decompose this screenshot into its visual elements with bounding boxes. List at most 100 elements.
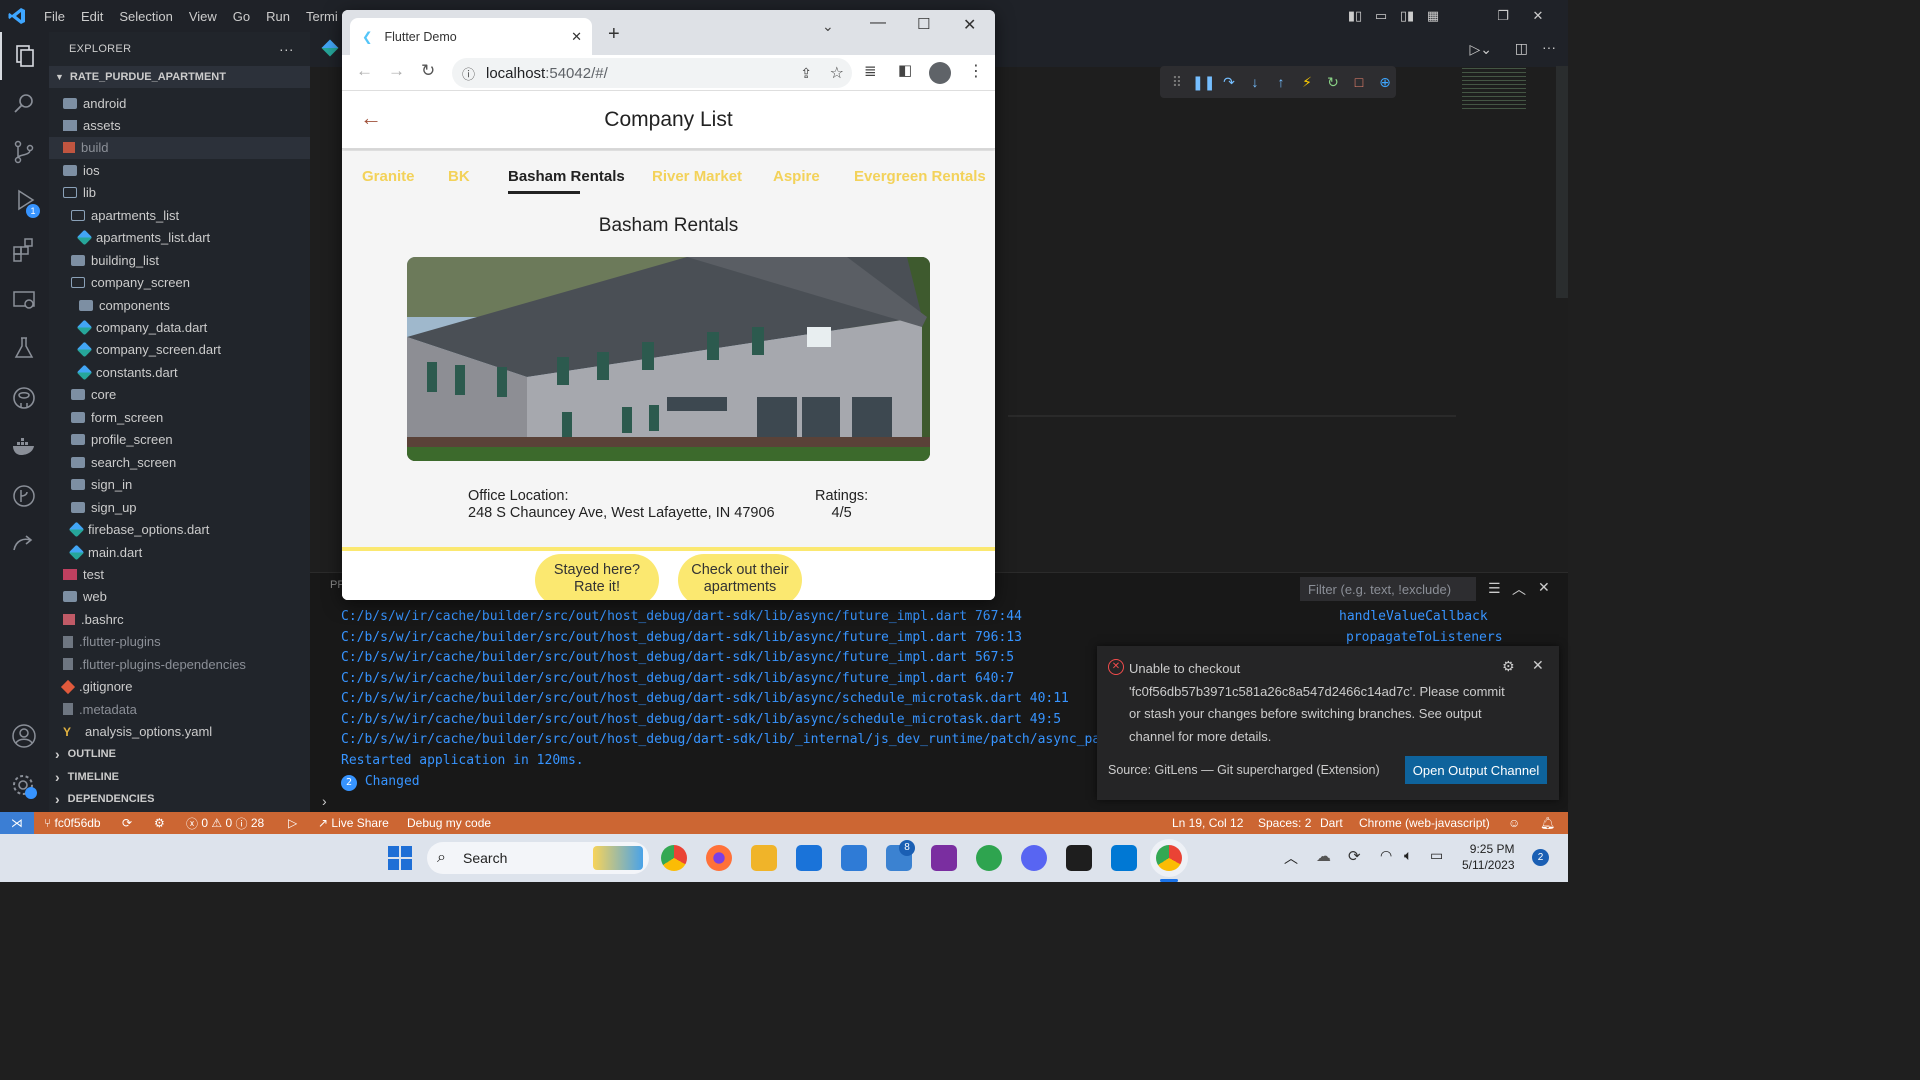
site-info-icon[interactable]: ⓘ — [462, 64, 475, 83]
tree-item[interactable]: apartments_list.dart — [76, 227, 210, 249]
console-line[interactable]: C:/b/s/w/ir/cache/builder/src/out/host_d… — [341, 650, 1014, 665]
address-bar[interactable]: ⓘ localhost:54042/#/ ⇪ ☆ — [452, 58, 852, 88]
stack-frame-link[interactable]: handleValueCallback — [1339, 609, 1488, 624]
tree-item[interactable]: company_data.dart — [76, 317, 207, 339]
tree-item[interactable]: sign_in — [71, 474, 132, 496]
tree-item[interactable]: .flutter-plugins — [63, 631, 161, 653]
layout-icon[interactable]: ▦ — [1422, 5, 1444, 27]
tree-item[interactable]: assets — [63, 114, 121, 136]
evernote-icon[interactable] — [976, 845, 1002, 871]
close-panel-icon[interactable]: ✕ — [1538, 579, 1550, 596]
clear-console-icon[interactable]: ☰ — [1488, 580, 1501, 597]
tree-item[interactable]: web — [63, 586, 107, 608]
forward-icon[interactable]: → — [388, 61, 405, 81]
tree-item[interactable]: main.dart — [68, 541, 142, 563]
tree-item[interactable]: search_screen — [71, 451, 176, 473]
console-line[interactable]: C:/b/s/w/ir/cache/builder/src/out/host_d… — [341, 671, 1014, 686]
tree-item[interactable]: build — [49, 136, 310, 159]
console-line[interactable]: C:/b/s/w/ir/cache/builder/src/out/host_d… — [341, 732, 1100, 747]
stop-icon[interactable]: □ — [1348, 74, 1370, 90]
step-over-icon[interactable]: ↷ — [1218, 74, 1240, 91]
cloud-icon[interactable]: ☁ — [1316, 847, 1331, 865]
company-tab[interactable]: BK — [448, 168, 470, 185]
company-tab[interactable]: Basham Rentals — [508, 168, 625, 185]
close-window-icon[interactable]: ✕ — [1518, 5, 1558, 27]
menu-item[interactable]: Selection — [111, 9, 180, 24]
debug-status-icon[interactable]: ▷ — [288, 812, 297, 834]
step-out-icon[interactable]: ↑ — [1270, 74, 1292, 90]
mail-icon[interactable] — [796, 845, 822, 871]
toggle-sidebar-icon[interactable]: ▮▯ — [1344, 5, 1366, 27]
notifications-bell-icon[interactable]: 🔔︎ — [1540, 812, 1555, 834]
manage-gear-icon[interactable] — [10, 772, 38, 800]
vscode-app-icon[interactable] — [1111, 845, 1137, 871]
remote-icon[interactable]: ⋊ — [0, 812, 34, 834]
stack-frame-link[interactable]: propagateToListeners — [1346, 630, 1503, 645]
tree-item[interactable]: lib — [63, 182, 96, 204]
tree-item[interactable]: .flutter-plugins-dependencies — [63, 653, 246, 675]
clock[interactable]: 9:25 PM 5/11/2023 — [1462, 841, 1515, 873]
sidebar-section[interactable]: › OUTLINE — [55, 743, 116, 765]
taskbar-search[interactable]: ⌕ Search — [427, 842, 649, 874]
tree-item[interactable]: .metadata — [63, 698, 137, 720]
console-prompt-icon[interactable]: › — [322, 793, 327, 809]
share-icon[interactable]: ⇪ — [800, 65, 812, 82]
sync-tray-icon[interactable]: ⟳ — [1348, 847, 1361, 865]
rate-button[interactable]: Stayed here? Rate it! — [535, 554, 659, 600]
vertical-scrollbar[interactable] — [1556, 66, 1568, 298]
terminal-icon[interactable] — [1066, 845, 1092, 871]
restart-icon[interactable]: ↻ — [1322, 74, 1344, 91]
back-icon[interactable]: ← — [356, 61, 373, 81]
check-apartments-button[interactable]: Check out their apartments — [678, 554, 802, 600]
bookmark-star-icon[interactable]: ☆ — [830, 63, 844, 83]
volume-muted-icon[interactable]: 🔈︎ — [1404, 847, 1412, 864]
file-explorer-icon[interactable] — [751, 845, 777, 871]
indentation[interactable]: Spaces: 2 — [1258, 812, 1311, 834]
docker-icon[interactable] — [10, 432, 38, 460]
gitlens-icon[interactable] — [10, 482, 38, 510]
notification-close-icon[interactable]: ✕ — [1532, 657, 1544, 674]
problems-item[interactable]: ⓧ 0 ⚠ 0 ⓘ 28 — [186, 812, 264, 834]
tree-item[interactable]: constants.dart — [76, 361, 178, 383]
company-tab[interactable]: River Market — [652, 168, 742, 185]
search-icon[interactable] — [10, 90, 38, 118]
console-filter-input[interactable]: Filter (e.g. text, !exclude) — [1300, 577, 1476, 601]
branch-item[interactable]: ⑂ fc0f56db — [44, 812, 101, 834]
dart-file-icon[interactable] — [321, 39, 339, 57]
sync-icon[interactable]: ⟳ — [122, 812, 132, 834]
tree-item[interactable]: company_screen — [71, 272, 190, 294]
media-icon[interactable]: ≣ — [864, 62, 877, 80]
company-tab[interactable]: Evergreen Rentals — [854, 168, 986, 185]
remote-explorer-icon[interactable] — [10, 286, 38, 314]
feedback-icon[interactable]: ☺ — [1508, 812, 1520, 834]
chrome-app-icon[interactable] — [661, 845, 687, 871]
editor-scrollbar[interactable] — [1008, 415, 1456, 417]
tree-item[interactable]: Yanalysis_options.yaml — [63, 721, 212, 743]
console-line[interactable]: C:/b/s/w/ir/cache/builder/src/out/host_d… — [341, 630, 1022, 645]
pause-icon[interactable]: ❚❚ — [1192, 74, 1215, 91]
accounts-icon[interactable] — [10, 722, 38, 750]
tree-item[interactable]: components — [79, 294, 170, 316]
menu-item[interactable]: View — [181, 9, 225, 24]
tree-item[interactable]: .bashrc — [63, 608, 124, 630]
tree-item[interactable]: apartments_list — [71, 204, 179, 226]
close-icon[interactable]: ✕ — [963, 15, 976, 35]
tab-search-icon[interactable]: ⌄ — [822, 18, 834, 35]
battery-icon[interactable]: ▭ — [1430, 847, 1443, 864]
source-control-icon[interactable] — [10, 138, 38, 166]
profile-avatar-icon[interactable] — [929, 62, 951, 84]
company-tab[interactable]: Aspire — [773, 168, 820, 185]
tab-close-icon[interactable]: ✕ — [571, 29, 582, 45]
more-actions-icon[interactable]: ··· — [279, 41, 294, 57]
tree-item[interactable]: core — [71, 384, 116, 406]
open-output-channel-button[interactable]: Open Output Channel — [1405, 756, 1547, 784]
discord-icon[interactable] — [1021, 845, 1047, 871]
toggle-panel-icon[interactable]: ▭ — [1370, 5, 1392, 27]
live-share-icon[interactable] — [10, 530, 38, 558]
hot-reload-icon[interactable]: ⚡ — [1296, 74, 1318, 91]
devtools-icon[interactable]: ⊕ — [1374, 74, 1396, 91]
split-editor-icon[interactable]: ◫ — [1515, 40, 1528, 57]
extensions-icon[interactable] — [10, 236, 38, 264]
onenote-icon[interactable] — [931, 845, 957, 871]
run-dropdown-icon[interactable]: ▷⌄ — [1470, 41, 1493, 58]
